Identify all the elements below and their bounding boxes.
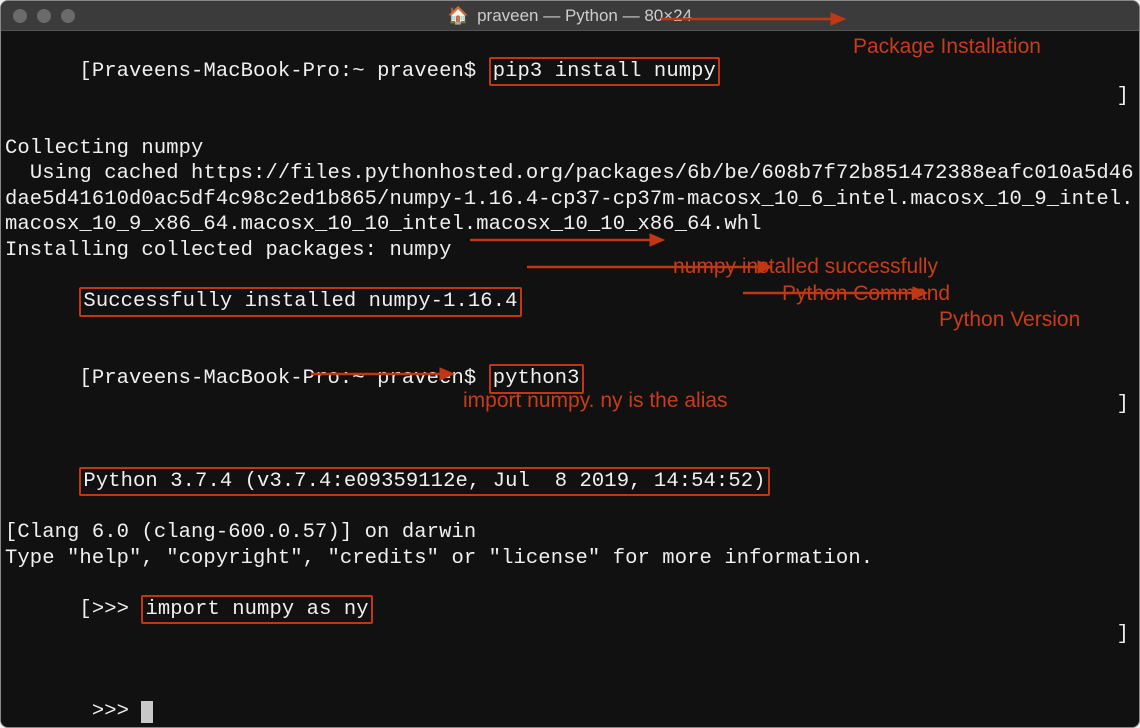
terminal-line: >>>: [5, 674, 1135, 728]
output-collecting: Collecting numpy: [5, 137, 203, 160]
annotation-package-installation: Package Installation: [853, 34, 1041, 60]
terminal-line: Installing collected packages: numpy: [5, 238, 1135, 264]
annotation-python-command: Python Command: [782, 281, 950, 307]
pip-command: pip3 install numpy: [493, 60, 716, 83]
terminal-line: Type "help", "copyright", "credits" or "…: [5, 546, 1135, 572]
output-cached-url: Using cached https://files.pythonhosted.…: [5, 162, 1134, 236]
terminal-line: [>>> import numpy as ny ]: [5, 571, 1135, 674]
right-bracket: ]: [1117, 622, 1129, 648]
left-bracket: [79, 700, 91, 723]
window-title: 🏠 praveen — Python — 80×24: [448, 5, 692, 26]
python-version-highlight: Python 3.7.4 (v3.7.4:e09359112e, Jul 8 2…: [79, 467, 769, 497]
window-title-text: praveen — Python — 80×24: [477, 5, 692, 26]
minimize-button[interactable]: [37, 9, 51, 23]
terminal-line: Using cached https://files.pythonhosted.…: [5, 161, 1135, 238]
output-success: Successfully installed numpy-1.16.4: [83, 290, 517, 313]
terminal-window: 🏠 praveen — Python — 80×24 [Praveens-Mac…: [0, 0, 1140, 728]
traffic-lights: [13, 9, 75, 23]
terminal-line: [Clang 6.0 (clang-600.0.57)] on darwin: [5, 520, 1135, 546]
cursor: [141, 701, 153, 723]
output-clang: [Clang 6.0 (clang-600.0.57)] on darwin: [5, 521, 476, 544]
terminal-line: Collecting numpy: [5, 136, 1135, 162]
shell-prompt: Praveens-MacBook-Pro:~ praveen$: [92, 60, 489, 83]
maximize-button[interactable]: [61, 9, 75, 23]
right-bracket: ]: [1117, 392, 1129, 418]
annotation-python-version: Python Version: [939, 307, 1080, 333]
terminal-body[interactable]: [Praveens-MacBook-Pro:~ praveen$ pip3 in…: [1, 31, 1139, 727]
output-help: Type "help", "copyright", "credits" or "…: [5, 547, 873, 570]
annotation-numpy-success: numpy installed successfully: [673, 254, 938, 280]
output-installing: Installing collected packages: numpy: [5, 239, 451, 262]
shell-prompt: Praveens-MacBook-Pro:~ praveen$: [92, 367, 489, 390]
right-bracket: ]: [1117, 84, 1129, 110]
left-bracket: [: [79, 60, 91, 83]
left-bracket: [: [79, 367, 91, 390]
import-highlight: import numpy as ny: [141, 595, 372, 625]
python-command: python3: [493, 367, 580, 390]
titlebar[interactable]: 🏠 praveen — Python — 80×24: [1, 1, 1139, 31]
home-icon: 🏠: [448, 5, 469, 26]
annotation-import-alias: import numpy. ny is the alias: [463, 388, 728, 414]
python-prompt: >>>: [92, 598, 142, 621]
import-statement: import numpy as ny: [145, 598, 368, 621]
left-bracket: [: [79, 598, 91, 621]
terminal-line: Python 3.7.4 (v3.7.4:e09359112e, Jul 8 2…: [5, 443, 1135, 520]
success-highlight: Successfully installed numpy-1.16.4: [79, 287, 521, 317]
close-button[interactable]: [13, 9, 27, 23]
python-version: Python 3.7.4 (v3.7.4:e09359112e, Jul 8 2…: [83, 470, 765, 493]
python-prompt: >>>: [92, 700, 142, 723]
pip-command-highlight: pip3 install numpy: [489, 57, 720, 87]
